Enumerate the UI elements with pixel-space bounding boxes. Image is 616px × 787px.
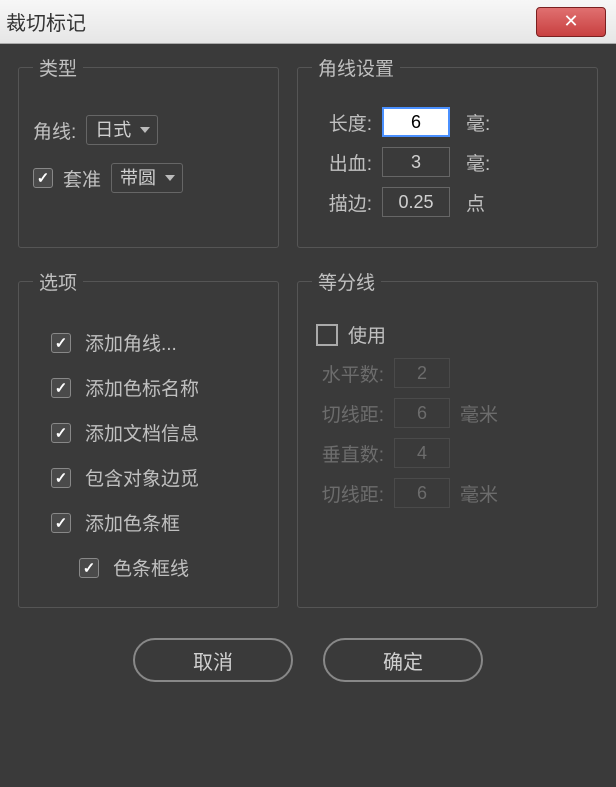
opt-colorbar-stroke-label: 色条框线 xyxy=(113,554,189,581)
options-legend: 选项 xyxy=(33,268,83,295)
opt-add-colorbar-checkbox[interactable] xyxy=(51,513,71,533)
length-label: 长度: xyxy=(312,109,372,136)
opt-add-colorbar-label: 添加色条框 xyxy=(85,509,180,536)
opt-colorbar-stroke-checkbox[interactable] xyxy=(79,558,99,578)
h-dist-input xyxy=(394,398,450,428)
opt-add-corner-checkbox[interactable] xyxy=(51,333,71,353)
type-group: 类型 角线: 日式 套准 带圆 xyxy=(18,54,279,248)
registration-style-select[interactable]: 带圆 xyxy=(111,163,183,193)
v-dist-unit: 毫米 xyxy=(460,480,498,507)
bleed-label: 出血: xyxy=(312,149,372,176)
window-title: 裁切标记 xyxy=(6,7,86,36)
division-legend: 等分线 xyxy=(312,268,381,295)
v-dist-input xyxy=(394,478,450,508)
close-icon: ✕ xyxy=(563,11,578,32)
close-button[interactable]: ✕ xyxy=(536,7,606,37)
registration-checkbox[interactable] xyxy=(33,168,53,188)
use-division-label: 使用 xyxy=(348,321,420,348)
opt-include-bounds-checkbox[interactable] xyxy=(51,468,71,488)
opt-include-bounds-label: 包含对象边觅 xyxy=(85,464,199,491)
use-division-checkbox[interactable] xyxy=(316,324,338,346)
h-count-input xyxy=(394,358,450,388)
v-dist-label: 切线距: xyxy=(312,480,384,507)
corner-settings-legend: 角线设置 xyxy=(312,54,400,81)
corner-style-select[interactable]: 日式 xyxy=(86,115,158,145)
stroke-label: 描边: xyxy=(312,189,372,216)
opt-add-corner-label: 添加角线... xyxy=(85,329,177,356)
options-group: 选项 添加角线... 添加色标名称 添加文档信息 包含对象边觅 添加色条框 xyxy=(18,268,279,608)
length-unit: 毫: xyxy=(466,109,490,136)
bleed-input[interactable] xyxy=(382,147,450,177)
title-bar: 裁切标记 ✕ xyxy=(0,0,616,44)
length-input[interactable] xyxy=(382,107,450,137)
ok-button[interactable]: 确定 xyxy=(323,638,483,682)
opt-add-docinfo-label: 添加文档信息 xyxy=(85,419,199,446)
h-dist-unit: 毫米 xyxy=(460,400,498,427)
corner-style-label: 角线: xyxy=(33,117,76,144)
opt-add-colorname-checkbox[interactable] xyxy=(51,378,71,398)
bleed-unit: 毫: xyxy=(466,149,490,176)
type-legend: 类型 xyxy=(33,54,83,81)
v-count-input xyxy=(394,438,450,468)
registration-label: 套准 xyxy=(63,165,101,192)
h-count-label: 水平数: xyxy=(312,360,384,387)
opt-add-colorname-label: 添加色标名称 xyxy=(85,374,199,401)
dialog-body: 类型 角线: 日式 套准 带圆 角线设置 xyxy=(0,44,616,787)
dialog-footer: 取消 确定 xyxy=(18,638,598,682)
stroke-input[interactable] xyxy=(382,187,450,217)
corner-settings-group: 角线设置 长度: 毫: 出血: 毫: 描边: 点 xyxy=(297,54,598,248)
cancel-button[interactable]: 取消 xyxy=(133,638,293,682)
v-count-label: 垂直数: xyxy=(312,440,384,467)
opt-add-docinfo-checkbox[interactable] xyxy=(51,423,71,443)
division-group: 等分线 使用 水平数: 切线距: 毫米 垂直数: 切线距: 毫米 xyxy=(297,268,598,608)
stroke-unit: 点 xyxy=(466,189,485,216)
h-dist-label: 切线距: xyxy=(312,400,384,427)
